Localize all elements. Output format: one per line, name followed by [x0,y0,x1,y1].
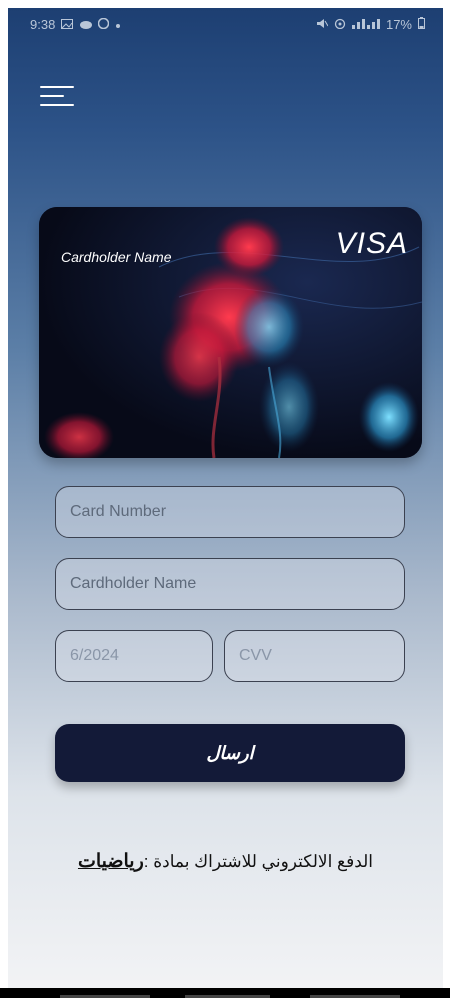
cardholder-name-field[interactable] [55,558,405,610]
status-time: 9:38 [30,17,56,32]
cloud-icon [79,17,93,32]
payment-description: الدفع الالكتروني للاشتراك بمادة :رياضيات [8,850,443,873]
hotspot-icon [334,17,346,32]
card-number-field[interactable] [55,486,405,538]
status-left: 9:38 [30,17,121,32]
mute-icon [316,17,329,32]
payment-description-prefix: الدفع الالكتروني للاشتراك بمادة : [143,852,374,871]
dot-icon [115,17,121,32]
subject-name: رياضيات [77,851,144,872]
submit-button[interactable]: ارسال [55,724,405,782]
signal-icon [351,17,380,32]
battery-percent: 17% [385,17,412,32]
battery-icon [418,17,425,32]
status-right: 17% [316,17,425,32]
expiry-date-field[interactable] [55,630,213,682]
credit-card-preview: Cardholder Name VISA [39,207,422,458]
expiry-date-input[interactable] [68,646,200,666]
cvv-field[interactable] [224,630,405,682]
messenger-icon [98,17,110,32]
cardholder-name-input[interactable] [68,574,392,594]
app-screen: 9:38 17% Cardholder Name VISA Card Numbe… [8,8,443,988]
cvv-input[interactable] [237,646,392,666]
system-nav-bar [0,988,450,998]
gallery-icon [61,17,74,32]
card-holder-label: Cardholder Name [61,249,172,265]
card-brand-logo: VISA [335,227,408,260]
hamburger-icon[interactable] [40,86,76,110]
card-number-input[interactable] [68,502,392,522]
status-bar: 9:38 17% [8,8,443,40]
